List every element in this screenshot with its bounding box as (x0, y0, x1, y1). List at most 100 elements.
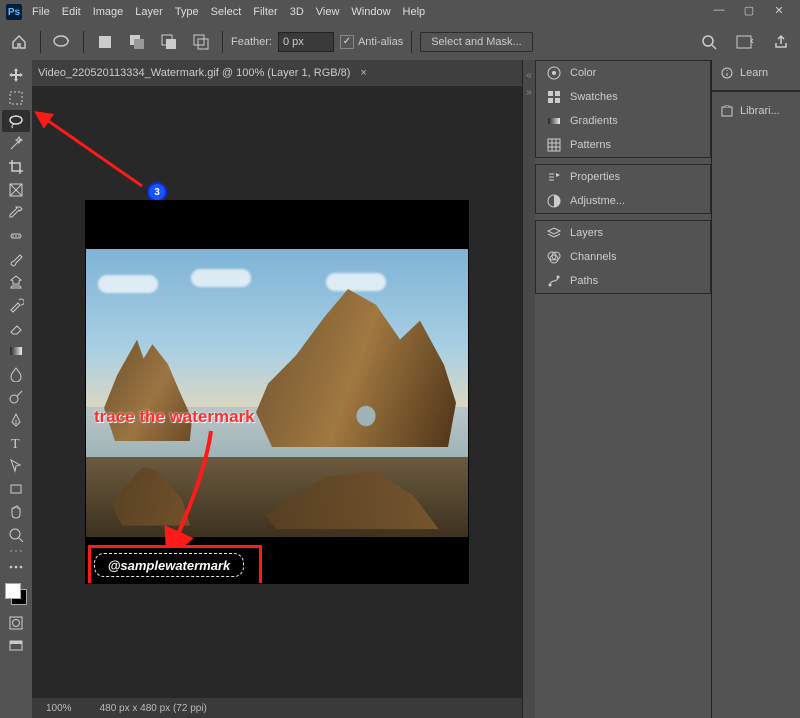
panel-label: Gradients (570, 115, 618, 127)
share-icon[interactable] (768, 29, 794, 55)
antialias-checkbox[interactable]: ✓ Anti-alias (340, 35, 403, 49)
tool-divider (2, 547, 30, 555)
lasso-tool-icon[interactable] (2, 110, 30, 132)
right-panels-secondary: Learn Librari... (711, 60, 800, 718)
panel-label: Layers (570, 227, 603, 239)
menu-bar: File Edit Image Layer Type Select Filter… (32, 6, 425, 18)
new-selection-icon[interactable] (92, 29, 118, 55)
rectangle-tool-icon[interactable] (2, 478, 30, 500)
healing-brush-tool-icon[interactable] (2, 225, 30, 247)
menu-edit[interactable]: Edit (62, 6, 81, 18)
blur-tool-icon[interactable] (2, 363, 30, 385)
history-brush-tool-icon[interactable] (2, 294, 30, 316)
eyedropper-tool-icon[interactable] (2, 202, 30, 224)
panel-patterns[interactable]: Patterns (536, 133, 710, 157)
subtract-selection-icon[interactable] (156, 29, 182, 55)
brush-tool-icon[interactable] (2, 248, 30, 270)
watermark-text: @samplewatermark (108, 558, 231, 573)
status-dims: 480 px x 480 px (72 ppi) (100, 703, 207, 714)
marquee-tool-icon[interactable] (2, 87, 30, 109)
panel-color[interactable]: Color (536, 61, 710, 85)
fg-bg-color[interactable] (5, 583, 27, 605)
tool-preset-lasso-icon[interactable] (49, 29, 75, 55)
right-panels: Color Swatches Gradients Patterns Proper… (535, 60, 711, 718)
menu-3d[interactable]: 3D (290, 6, 304, 18)
add-selection-icon[interactable] (124, 29, 150, 55)
menu-help[interactable]: Help (403, 6, 426, 18)
collapse-icon[interactable]: » (526, 87, 532, 98)
frame-tool-icon[interactable] (2, 179, 30, 201)
annotation-trace-text: trace the watermark (94, 407, 255, 427)
panel-label: Channels (570, 251, 616, 263)
menu-filter[interactable]: Filter (253, 6, 277, 18)
move-tool-icon[interactable] (2, 64, 30, 86)
collapse-icon[interactable]: « (526, 70, 532, 81)
status-zoom[interactable]: 100% (46, 703, 72, 714)
select-and-mask-button[interactable]: Select and Mask... (420, 32, 533, 52)
workspace-switcher-icon[interactable] (732, 29, 758, 55)
quick-mask-icon[interactable] (2, 612, 30, 634)
check-icon: ✓ (340, 35, 354, 49)
hand-tool-icon[interactable] (2, 501, 30, 523)
panel-label: Adjustme... (570, 195, 625, 207)
panel-learn[interactable]: Learn (712, 60, 800, 86)
panel-gradients[interactable]: Gradients (536, 109, 710, 133)
document-title: Video_220520113334_Watermark.gif @ 100% … (38, 67, 350, 79)
home-icon[interactable] (6, 29, 32, 55)
document-area: Video_220520113334_Watermark.gif @ 100% … (32, 60, 522, 718)
clone-stamp-tool-icon[interactable] (2, 271, 30, 293)
panel-label: Swatches (570, 91, 618, 103)
panel-paths[interactable]: Paths (536, 269, 710, 293)
type-tool-icon[interactable]: T (2, 432, 30, 454)
menu-select[interactable]: Select (211, 6, 242, 18)
feather-label: Feather: (231, 36, 272, 48)
panel-label: Learn (740, 67, 768, 79)
panel-label: Properties (570, 171, 620, 183)
panel-layers[interactable]: Layers (536, 221, 710, 245)
options-bar: Feather: 0 px ✓ Anti-alias Select and Ma… (0, 24, 800, 61)
pen-tool-icon[interactable] (2, 409, 30, 431)
edit-toolbar-icon[interactable] (2, 556, 30, 578)
panel-swatches[interactable]: Swatches (536, 85, 710, 109)
menu-type[interactable]: Type (175, 6, 199, 18)
status-bar: 100% 480 px x 480 px (72 ppi) (32, 698, 522, 718)
tools-panel: T (0, 60, 32, 718)
panel-label: Paths (570, 275, 598, 287)
app-icon: Ps (6, 4, 22, 20)
panel-properties[interactable]: Properties (536, 165, 710, 189)
panel-label: Patterns (570, 139, 611, 151)
maximize-button[interactable]: ▢ (734, 0, 764, 20)
menu-view[interactable]: View (316, 6, 340, 18)
panel-libraries[interactable]: Librari... (712, 98, 800, 124)
screen-mode-icon[interactable] (2, 635, 30, 657)
window-controls: — ▢ ✕ (704, 0, 794, 20)
menu-window[interactable]: Window (351, 6, 390, 18)
crop-tool-icon[interactable] (2, 156, 30, 178)
tab-close-icon[interactable]: × (360, 67, 366, 79)
menu-file[interactable]: File (32, 6, 50, 18)
menu-image[interactable]: Image (93, 6, 124, 18)
minimize-button[interactable]: — (704, 0, 734, 20)
zoom-tool-icon[interactable] (2, 524, 30, 546)
panel-label: Color (570, 67, 596, 79)
panel-adjustments[interactable]: Adjustme... (536, 189, 710, 213)
gradient-tool-icon[interactable] (2, 340, 30, 362)
menu-layer[interactable]: Layer (135, 6, 163, 18)
titlebar: Ps File Edit Image Layer Type Select Fil… (0, 0, 800, 24)
panel-channels[interactable]: Channels (536, 245, 710, 269)
intersect-selection-icon[interactable] (188, 29, 214, 55)
feather-input[interactable]: 0 px (278, 32, 334, 52)
panel-collapse-strip[interactable]: « » (522, 60, 535, 718)
path-selection-tool-icon[interactable] (2, 455, 30, 477)
canvas[interactable]: trace the watermark @samplewatermark (85, 200, 469, 584)
search-icon[interactable] (696, 29, 722, 55)
document-tab[interactable]: Video_220520113334_Watermark.gif @ 100% … (32, 60, 522, 86)
eraser-tool-icon[interactable] (2, 317, 30, 339)
magic-wand-tool-icon[interactable] (2, 133, 30, 155)
panel-label: Librari... (740, 105, 780, 117)
close-button[interactable]: ✕ (764, 0, 794, 20)
svg-text:T: T (11, 437, 20, 451)
watermark-lasso-selection: @samplewatermark (94, 553, 244, 577)
dodge-tool-icon[interactable] (2, 386, 30, 408)
antialias-label: Anti-alias (358, 36, 403, 48)
